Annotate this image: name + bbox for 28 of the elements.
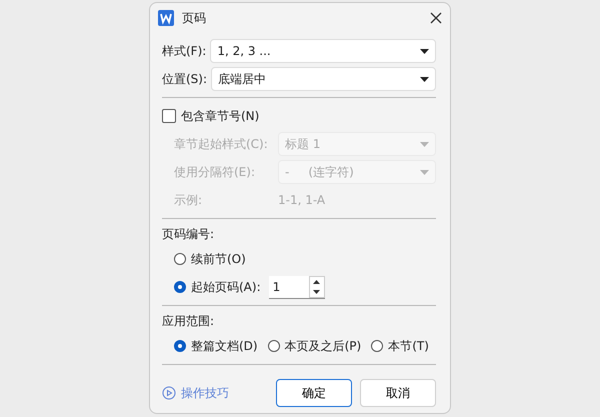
- example-label: 示例:: [174, 192, 204, 208]
- dropdown[interactable]: 1, 2, 3 ...: [210, 39, 436, 63]
- app-logo-icon: [158, 10, 174, 26]
- ok-button[interactable]: 确定: [276, 379, 352, 407]
- section-heading: 应用范围:: [162, 312, 214, 330]
- radio-option[interactable]: 起始页码(A):: [174, 278, 261, 296]
- example-value: 1-1, 1-A: [278, 193, 326, 207]
- play-icon: [162, 386, 176, 400]
- number-spinner[interactable]: 1: [268, 276, 325, 298]
- window-title: 页码: [182, 10, 207, 26]
- dropdown[interactable]: 底端居中: [211, 67, 436, 91]
- dropdown-arrow-icon: [420, 76, 429, 82]
- radio-option[interactable]: 本页及之后(P): [268, 338, 362, 354]
- cancel-button[interactable]: 取消: [360, 379, 436, 407]
- field-label: 样式(F):: [162, 42, 206, 60]
- tips-link[interactable]: 操作技巧: [162, 384, 268, 402]
- field-label: 位置(S):: [162, 70, 208, 88]
- checkbox[interactable]: 包含章节号(N): [162, 108, 260, 124]
- field-label: 章节起始样式(C):: [174, 136, 269, 152]
- section-heading: 页码编号:: [162, 226, 214, 242]
- dropdown-arrow-icon: [420, 142, 429, 146]
- close-icon[interactable]: [430, 12, 442, 24]
- radio-option[interactable]: 整篇文档(D): [174, 338, 258, 354]
- dropdown-arrow-icon: [420, 170, 429, 174]
- radio-option[interactable]: 本节(T): [371, 338, 429, 354]
- dropdown-arrow-icon: [420, 48, 429, 54]
- radio-option[interactable]: 续前节(O): [174, 250, 246, 268]
- field-label: 使用分隔符(E):: [174, 164, 256, 180]
